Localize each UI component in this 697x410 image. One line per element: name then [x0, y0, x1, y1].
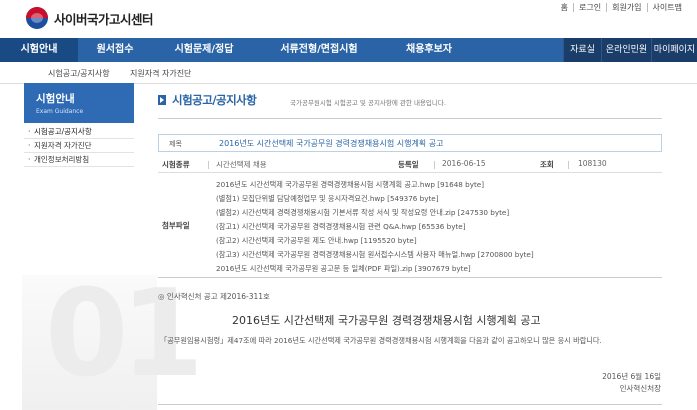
- attachment-link[interactable]: 2016년도 시간선택제 국가공무원 경력경쟁채용시험 시행계획 공고.hwp …: [216, 180, 484, 190]
- side-menu-item-notice[interactable]: 시험공고/공지사항: [24, 125, 134, 139]
- post-meta-row: 시험종류 시간선택제 채용 등록일 2016-06-15 조회 108130: [158, 155, 662, 173]
- attachment-link[interactable]: (참고3) 시간선택제 국가공무원 경력경쟁채용시험 원서접수시스템 사용자 매…: [216, 250, 534, 260]
- notice-number: ◎ 인사혁신처 공고 제2016-311호: [158, 292, 270, 301]
- side-menu-item-privacy[interactable]: 개인정보처리방침: [24, 153, 134, 167]
- site-logo[interactable]: 사이버국가고시센터: [26, 7, 154, 29]
- document-signer: 인사혁신처장: [619, 384, 661, 393]
- post-subject: 2016년도 시간선택제 국가공무원 경력경쟁채용시험 시행계획 공고: [219, 139, 444, 148]
- separator: [208, 161, 209, 169]
- nav-exam-guide[interactable]: 시험안내: [0, 38, 78, 62]
- side-menu-header: 시험안내 Exam Guidance: [24, 83, 134, 123]
- main-nav: 시험안내 원서접수 시험문제/정답 서류전형/면접시험 채용후보자 자료실 온라…: [0, 38, 697, 62]
- nav-right-group: 자료실 온라인민원 마이페이지: [563, 38, 697, 62]
- nav-mypage[interactable]: 마이페이지: [651, 38, 697, 62]
- exam-type-label: 시험종류: [162, 160, 190, 169]
- page-description: 국가공무원시험 시험공고 및 공지사항에 관한 내용입니다.: [290, 99, 446, 107]
- nav-application[interactable]: 원서접수: [78, 38, 152, 62]
- nav-questions-answers[interactable]: 시험문제/정답: [152, 38, 256, 62]
- attachments: 첨부파일 2016년도 시간선택제 국가공무원 경력경쟁채용시험 시행계획 공고…: [158, 176, 662, 278]
- play-icon: [158, 95, 166, 105]
- side-menu-title: 시험안내: [36, 93, 75, 105]
- attachments-label: 첨부파일: [162, 221, 190, 230]
- views-value: 108130: [578, 159, 607, 168]
- separator: [434, 161, 435, 169]
- nav-screening-interview[interactable]: 서류전형/면접시험: [256, 38, 382, 62]
- post-subject-box: 제목 2016년도 시간선택제 국가공무원 경력경쟁채용시험 시행계획 공고: [158, 134, 662, 152]
- attachment-link[interactable]: (별첨1) 모집단위별 담당예정업무 및 응시자격요건.hwp [549376 …: [216, 194, 439, 204]
- document-body: 「공무원임용시험령」제47조에 따라 2016년도 시간선택제 국가공무원 경력…: [160, 336, 602, 345]
- views-label: 조회: [540, 160, 554, 169]
- nav-candidates[interactable]: 채용후보자: [382, 38, 476, 62]
- side-menu-subtitle: Exam Guidance: [36, 108, 84, 115]
- sitemap-link[interactable]: 사이트맵: [646, 3, 687, 12]
- subnav-self-check[interactable]: 지원자격 자가진단: [130, 68, 191, 79]
- logo-text: 사이버국가고시센터: [54, 11, 154, 27]
- attachment-link[interactable]: (별첨2) 시간선택제 경력경쟁채용시험 기본서류 작성 서식 및 작성요령 안…: [216, 208, 509, 218]
- government-emblem-icon: [26, 7, 48, 29]
- divider: [158, 404, 662, 405]
- top-bar: 사이버국가고시센터 홈 로그인 회원가입 사이트맵: [0, 0, 697, 38]
- attachment-link[interactable]: (참고2) 시간선택제 국가공무원 제도 안내.hwp [1195520 byt…: [216, 236, 417, 246]
- separator: [568, 161, 569, 169]
- login-link[interactable]: 로그인: [573, 3, 606, 12]
- page-title: 시험공고/공지사항: [158, 92, 257, 108]
- side-menu-item-self-check[interactable]: 지원자격 자가진단: [24, 139, 134, 153]
- document-date: 2016년 6월 16일: [602, 372, 661, 381]
- date-label: 등록일: [398, 160, 419, 169]
- utility-links: 홈 로그인 회원가입 사이트맵: [556, 3, 687, 12]
- page: 사이버국가고시센터 홈 로그인 회원가입 사이트맵 시험안내 원서접수 시험문제…: [0, 0, 697, 410]
- page-title-text: 시험공고/공지사항: [172, 93, 257, 107]
- document-title: 2016년도 시간선택제 국가공무원 경력경쟁채용시험 시행계획 공고: [232, 314, 541, 327]
- subnav-notice[interactable]: 시험공고/공지사항: [48, 68, 110, 79]
- signup-link[interactable]: 회원가입: [606, 3, 646, 12]
- attachment-link[interactable]: 2016년도 시간선택제 국가공무원 공고문 등 일체(PDF 파일).zip …: [216, 264, 471, 274]
- sub-nav: 시험공고/공지사항 지원자격 자가진단: [0, 62, 697, 84]
- side-menu: 시험공고/공지사항 지원자격 자가진단 개인정보처리방침: [24, 125, 134, 167]
- attachment-link[interactable]: (참고1) 시간선택제 국가공무원 경력경쟁채용시험 관련 Q&A.hwp [6…: [216, 222, 466, 232]
- divider: [158, 118, 662, 119]
- date-value: 2016-06-15: [442, 159, 486, 168]
- home-link[interactable]: 홈: [556, 3, 573, 12]
- nav-resources[interactable]: 자료실: [563, 38, 601, 62]
- exam-type-value: 시간선택제 채용: [216, 160, 267, 169]
- nav-online-civil[interactable]: 온라인민원: [601, 38, 651, 62]
- subject-label: 제목: [169, 140, 182, 148]
